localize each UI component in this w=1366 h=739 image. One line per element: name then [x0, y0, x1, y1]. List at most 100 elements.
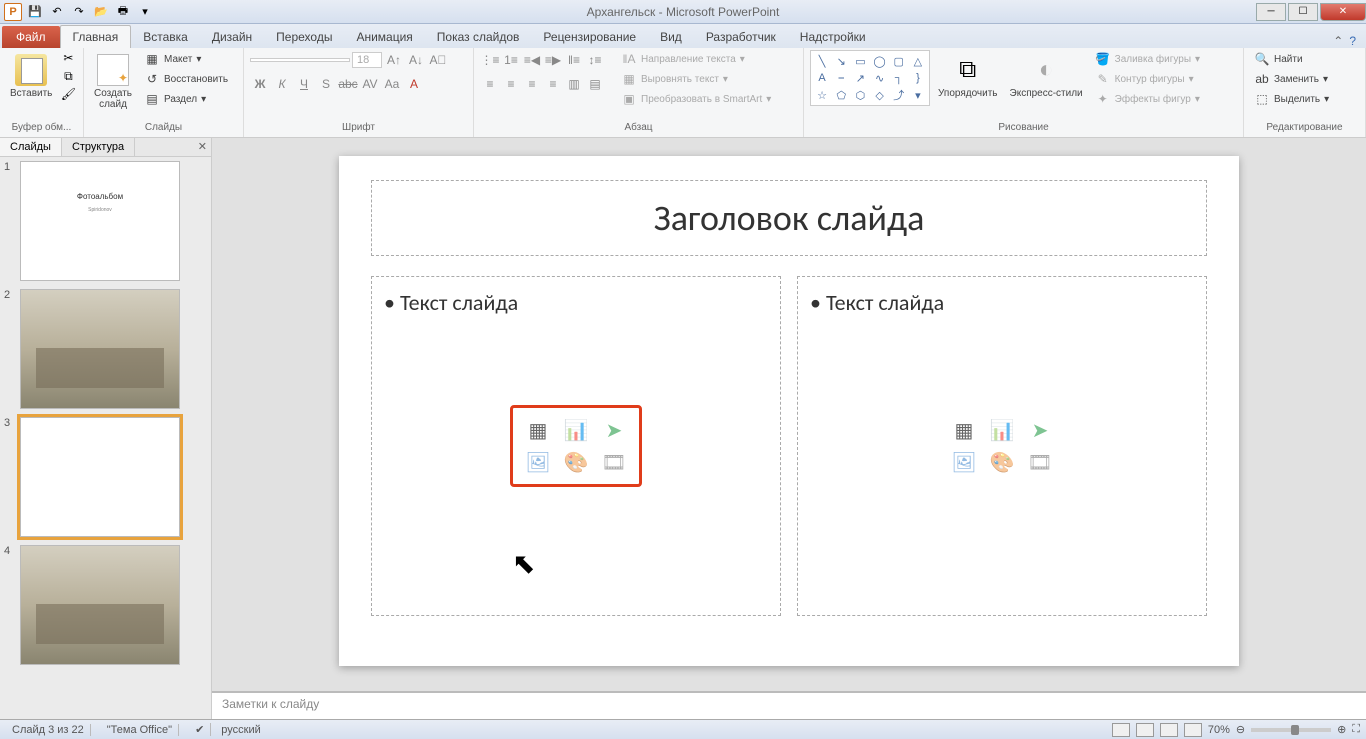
tab-developer[interactable]: Разработчик	[694, 26, 788, 48]
file-tab[interactable]: Файл	[2, 26, 60, 48]
insert-table-icon[interactable]: ▦	[521, 416, 555, 444]
font-color-button[interactable]: A	[404, 74, 424, 94]
view-slideshow-icon[interactable]	[1184, 723, 1202, 737]
bullets-icon[interactable]: ⋮≡	[480, 50, 500, 70]
font-size-combo[interactable]: 18	[352, 52, 382, 68]
thumbnail-4[interactable]: 4	[4, 545, 207, 665]
ribbon-minimize-icon[interactable]: ⌃	[1333, 34, 1343, 48]
shapes-gallery[interactable]: ╲ ↘ ▭ ◯ ▢ △ A ⎯ ↗ ∿ ┐ } ☆ ⬠ ⬡ ◇ ⤴ ▾	[810, 50, 930, 106]
insert-picture-icon[interactable]: 🖼	[521, 448, 555, 476]
text-direction-button[interactable]: ‖AНаправление текста ▾	[617, 50, 775, 68]
new-slide-button[interactable]: Создать слайд	[90, 50, 136, 114]
layout-button[interactable]: ▦Макет ▾	[140, 50, 232, 68]
qat-more-icon[interactable]: ▾	[136, 3, 154, 21]
numbering-icon[interactable]: 1≡	[501, 50, 521, 70]
insert-media-icon[interactable]: 🎞	[1023, 448, 1057, 476]
tab-view[interactable]: Вид	[648, 26, 694, 48]
shape-arrow-icon[interactable]: ↘	[832, 53, 850, 69]
reset-button[interactable]: ↺Восстановить	[140, 70, 232, 88]
columns-icon[interactable]: ▥	[564, 74, 584, 94]
shape-rect-icon[interactable]: ▭	[851, 53, 869, 69]
arrange-button[interactable]: ⧉ Упорядочить	[934, 50, 1002, 103]
shape-dropdown-icon[interactable]: ▾	[909, 87, 927, 103]
insert-smartart-icon[interactable]: ➤	[597, 416, 631, 444]
format-painter-icon[interactable]: 🖌	[60, 86, 76, 102]
shape-effects-button[interactable]: ✦Эффекты фигур ▾	[1091, 90, 1204, 108]
thumbnail-3[interactable]: 3	[4, 417, 207, 537]
insert-media-icon[interactable]: 🎞	[597, 448, 631, 476]
tab-slideshow[interactable]: Показ слайдов	[425, 26, 532, 48]
shape-outline-button[interactable]: ✎Контур фигуры ▾	[1091, 70, 1204, 88]
notes-pane[interactable]: Заметки к слайду	[212, 691, 1366, 719]
insert-picture-icon[interactable]: 🖼	[947, 448, 981, 476]
cut-icon[interactable]: ✂	[60, 50, 76, 66]
thumbnail-2[interactable]: 2	[4, 289, 207, 409]
insert-clipart-icon[interactable]: 🎨	[559, 448, 593, 476]
underline-button[interactable]: Ч	[294, 74, 314, 94]
insert-chart-icon[interactable]: 📊	[559, 416, 593, 444]
clear-format-icon[interactable]: A⃠	[428, 50, 448, 70]
fit-window-icon[interactable]: ⛶	[1352, 723, 1360, 736]
align-right-icon[interactable]: ≡	[522, 74, 542, 94]
shape-oval-icon[interactable]: ◯	[870, 53, 888, 69]
insert-smartart-icon[interactable]: ➤	[1023, 416, 1057, 444]
insert-table-icon[interactable]: ▦	[947, 416, 981, 444]
view-normal-icon[interactable]	[1112, 723, 1130, 737]
view-reading-icon[interactable]	[1160, 723, 1178, 737]
align-text-button[interactable]: ▦Выровнять текст ▾	[617, 70, 775, 88]
shape-curve-icon[interactable]: ∿	[870, 70, 888, 86]
grow-font-icon[interactable]: A↑	[384, 50, 404, 70]
shape-more3-icon[interactable]: ◇	[870, 87, 888, 103]
case-button[interactable]: Aa	[382, 74, 402, 94]
maximize-button[interactable]: ☐	[1288, 3, 1318, 21]
shrink-font-icon[interactable]: A↓	[406, 50, 426, 70]
view-sorter-icon[interactable]	[1136, 723, 1154, 737]
zoom-out-icon[interactable]: ⊖	[1236, 723, 1245, 736]
indent-dec-icon[interactable]: ≡◀	[522, 50, 542, 70]
shape-arrow2-icon[interactable]: ↗	[851, 70, 869, 86]
shape-text-icon[interactable]: A	[813, 70, 831, 86]
shape-brace-icon[interactable]: }	[909, 70, 927, 86]
indent-inc-icon[interactable]: ≡▶	[543, 50, 563, 70]
shape-more2-icon[interactable]: ⬡	[851, 87, 869, 103]
content-placeholder-right[interactable]: Текст слайда ▦ 📊 ➤ 🖼 🎨 🎞	[797, 276, 1207, 616]
print-icon[interactable]: 🖶	[114, 3, 132, 21]
shape-roundrect-icon[interactable]: ▢	[890, 53, 908, 69]
tab-review[interactable]: Рецензирование	[531, 26, 648, 48]
italic-button[interactable]: К	[272, 74, 292, 94]
save-icon[interactable]: 💾	[26, 3, 44, 21]
tab-design[interactable]: Дизайн	[200, 26, 264, 48]
shape-fill-button[interactable]: 🪣Заливка фигуры ▾	[1091, 50, 1204, 68]
open-icon[interactable]: 📂	[92, 3, 110, 21]
para-spacing-icon[interactable]: ↕≡	[585, 50, 605, 70]
thumbnail-1[interactable]: 1 Фотоальбом Spiridonov	[4, 161, 207, 281]
shape-line-icon[interactable]: ╲	[813, 53, 831, 69]
spacing-button[interactable]: AV	[360, 74, 380, 94]
content-placeholder-left[interactable]: Текст слайда ▦ 📊 ➤ 🖼 🎨 🎞 ⬉	[371, 276, 781, 616]
panel-tab-slides[interactable]: Слайды	[0, 138, 62, 156]
shadow-button[interactable]: S	[316, 74, 336, 94]
app-icon[interactable]: P	[4, 3, 22, 21]
close-button[interactable]: ✕	[1320, 3, 1366, 21]
line-spacing-icon[interactable]: ‖≡	[564, 50, 584, 70]
shape-triangle-icon[interactable]: △	[909, 53, 927, 69]
font-name-combo[interactable]	[250, 58, 350, 62]
slide-canvas[interactable]: Заголовок слайда Текст слайда ▦ 📊 ➤ 🖼 🎨 …	[212, 138, 1366, 691]
replace-button[interactable]: abЗаменить ▾	[1250, 70, 1333, 88]
shape-connector-icon[interactable]: ┐	[890, 70, 908, 86]
justify-icon[interactable]: ≡	[543, 74, 563, 94]
shape-line2-icon[interactable]: ⎯	[832, 70, 850, 86]
redo-icon[interactable]: ↷	[70, 3, 88, 21]
title-placeholder[interactable]: Заголовок слайда	[371, 180, 1207, 256]
help-icon[interactable]: ?	[1349, 34, 1356, 48]
tab-addins[interactable]: Надстройки	[788, 26, 878, 48]
list-level-icon[interactable]: ▤	[585, 74, 605, 94]
shape-more1-icon[interactable]: ⬠	[832, 87, 850, 103]
select-button[interactable]: ⬚Выделить ▾	[1250, 90, 1333, 108]
bold-button[interactable]: Ж	[250, 74, 270, 94]
status-spellcheck-icon[interactable]: ✔	[189, 723, 211, 736]
panel-tab-outline[interactable]: Структура	[62, 138, 135, 156]
undo-icon[interactable]: ↶	[48, 3, 66, 21]
slide[interactable]: Заголовок слайда Текст слайда ▦ 📊 ➤ 🖼 🎨 …	[339, 156, 1239, 666]
shape-more4-icon[interactable]: ⤴	[890, 87, 908, 103]
